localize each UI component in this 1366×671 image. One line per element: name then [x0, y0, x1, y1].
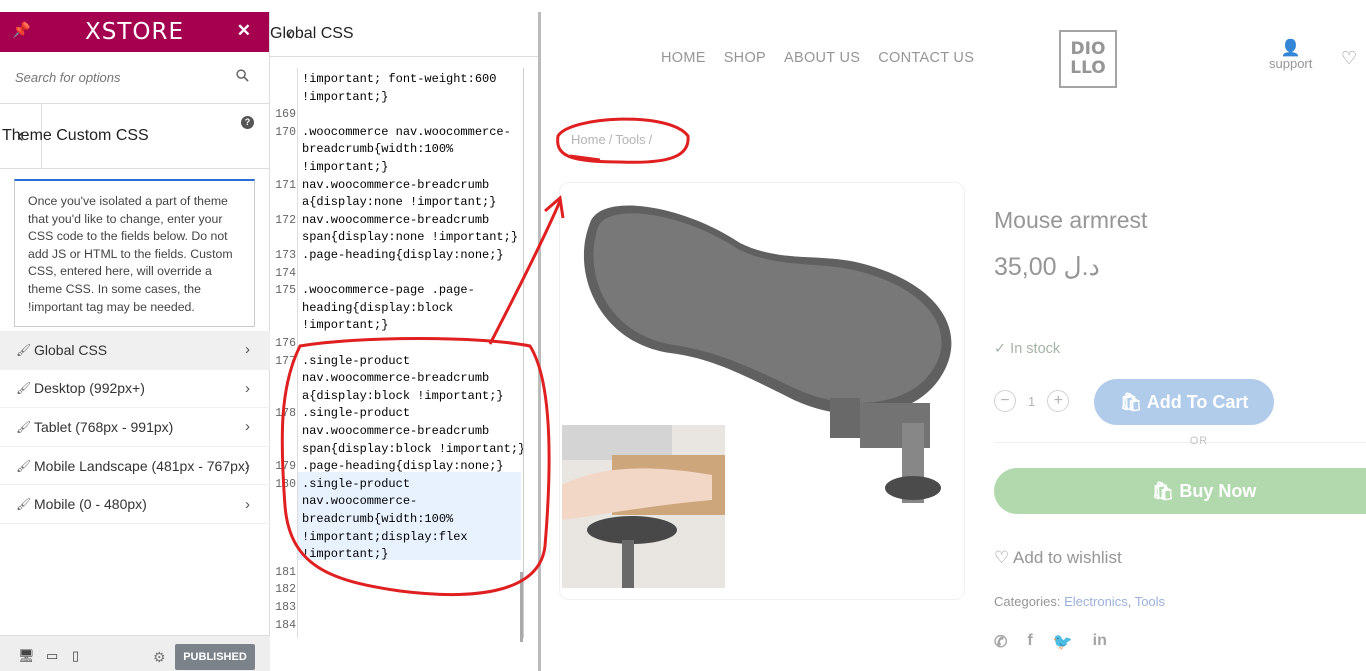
preview-overlay [541, 12, 1366, 671]
menu-item-label: Tablet (768px - 991px) [34, 418, 174, 435]
chevron-right-icon: › [245, 457, 250, 475]
chevron-right-icon: › [245, 379, 250, 397]
scrollbar[interactable] [520, 572, 523, 642]
line-number: 177 [275, 354, 296, 368]
code-text: .single-product [302, 353, 411, 368]
line-number: 182 [275, 583, 296, 597]
brush-icon: 🖌 [16, 419, 32, 434]
code-text: .single-product [302, 406, 411, 421]
brush-icon: 🖌 [16, 342, 32, 357]
menu-item-label: Mobile (0 - 480px) [34, 496, 147, 513]
code-text: !important;} [302, 89, 389, 104]
customizer-sidebar: 📌 XSTORE ✕ ‹ Theme Custom CSS ? Once you… [0, 12, 270, 671]
code-text: .woocommerce-page .page- [302, 283, 475, 298]
line-number: 172 [275, 213, 296, 227]
line-number: 176 [275, 337, 296, 350]
chevron-right-icon: › [245, 341, 250, 359]
menu-item-desktop[interactable]: 🖌 Desktop (992px+) › [0, 370, 270, 409]
close-icon[interactable]: ✕ [237, 21, 251, 41]
code-editor[interactable]: !important; font-weight:600 !important;} 1… [270, 68, 524, 638]
chevron-right-icon: › [245, 495, 250, 513]
code-text: !important;} [302, 547, 389, 562]
code-text: nav.woocommerce- [302, 494, 418, 509]
code-text: heading{display:block [302, 300, 454, 315]
line-number: 181 [275, 565, 296, 579]
code-text: nav.woocommerce-breadcrumb [302, 177, 490, 192]
line-number: 170 [275, 125, 296, 139]
site-preview: HOME SHOP ABOUT US CONTACT US DIO LLO 👤 … [538, 12, 1366, 671]
publish-button[interactable]: PUBLISHED [175, 644, 255, 670]
chevron-right-icon: › [245, 418, 250, 436]
code-text: span{display:none !important;} [302, 230, 519, 245]
code-text: breadcrumb{width:100% [302, 142, 454, 157]
search-input[interactable] [15, 70, 215, 85]
menu-item-label: Desktop (992px+) [34, 380, 145, 397]
notice-box: Once you've isolated a part of theme tha… [14, 179, 255, 327]
line-number: 174 [275, 266, 296, 280]
brand-logo: XSTORE [84, 19, 185, 45]
help-icon[interactable]: ? [241, 116, 254, 129]
code-text: span{display:block !important;} [302, 441, 524, 456]
menu-item-global-css[interactable]: 🖌 Global CSS › [0, 331, 270, 370]
line-number: 175 [275, 284, 296, 298]
menu-item-mobile-landscape[interactable]: 🖌 Mobile Landscape (481px - 767px) › [0, 447, 270, 486]
code-text: !important;} [302, 318, 389, 333]
code-text: nav.woocommerce-breadcrumb [302, 424, 490, 438]
menu-item-tablet[interactable]: 🖌 Tablet (768px - 991px) › [0, 408, 270, 447]
line-number: 178 [275, 407, 296, 421]
customizer-footer: 🖥 ▭ ▯ ⚙ PUBLISHED [0, 635, 270, 671]
editor-title: Global CSS [270, 25, 354, 42]
line-number: 179 [275, 460, 296, 474]
code-text: !important; font-weight:600 [302, 72, 497, 86]
search-icon[interactable] [236, 69, 249, 82]
code-text: !important;display:flex [302, 529, 468, 544]
brush-icon: 🖌 [16, 381, 32, 396]
menu-item-label: Global CSS [34, 341, 108, 358]
code-text: nav.woocommerce-breadcrumb [302, 212, 490, 227]
menu-item-mobile[interactable]: 🖌 Mobile (0 - 480px) › [0, 485, 270, 524]
code-text: .single-product [302, 476, 411, 491]
code-text: .page-heading{display:none;} [302, 459, 504, 474]
code-text: .page-heading{display:none;} [302, 248, 504, 262]
brand-bar: 📌 XSTORE ✕ [0, 12, 269, 52]
menu-item-label: Mobile Landscape (481px - 767px) [34, 457, 250, 474]
pin-icon[interactable]: 📌 [12, 21, 31, 39]
code-text: a{display:none !important;} [302, 195, 497, 210]
section-header: ‹ Theme Custom CSS ? [0, 103, 269, 169]
editor-header: ‹ Global CSS [270, 12, 538, 57]
line-number: 173 [275, 249, 296, 262]
mobile-preview-icon[interactable]: ▯ [72, 648, 79, 664]
code-text: breadcrumb{width:100% [302, 512, 454, 526]
line-number: 183 [275, 601, 296, 614]
section-title: Theme Custom CSS [2, 127, 149, 144]
code-text: !important;} [302, 160, 389, 174]
brush-icon: 🖌 [16, 497, 32, 512]
brush-icon: 🖌 [16, 458, 32, 473]
css-section-list: 🖌 Global CSS › 🖌 Desktop (992px+) › 🖌 Ta… [0, 331, 270, 524]
search-row [0, 52, 269, 104]
code-text: .woocommerce nav.woocommerce- [302, 124, 511, 139]
desktop-preview-icon[interactable]: 🖥 [18, 648, 35, 664]
tablet-preview-icon[interactable]: ▭ [46, 648, 58, 664]
line-number: 169 [275, 108, 296, 122]
gear-icon[interactable]: ⚙ [153, 649, 166, 666]
code-text: nav.woocommerce-breadcrumb [302, 371, 490, 386]
css-editor-panel: ‹ Global CSS !important; font-weight:600… [270, 12, 538, 671]
line-number: 184 [275, 618, 296, 632]
line-number: 171 [275, 178, 296, 192]
line-number: 180 [275, 477, 296, 491]
code-text: a{display:block !important;} [302, 388, 504, 403]
